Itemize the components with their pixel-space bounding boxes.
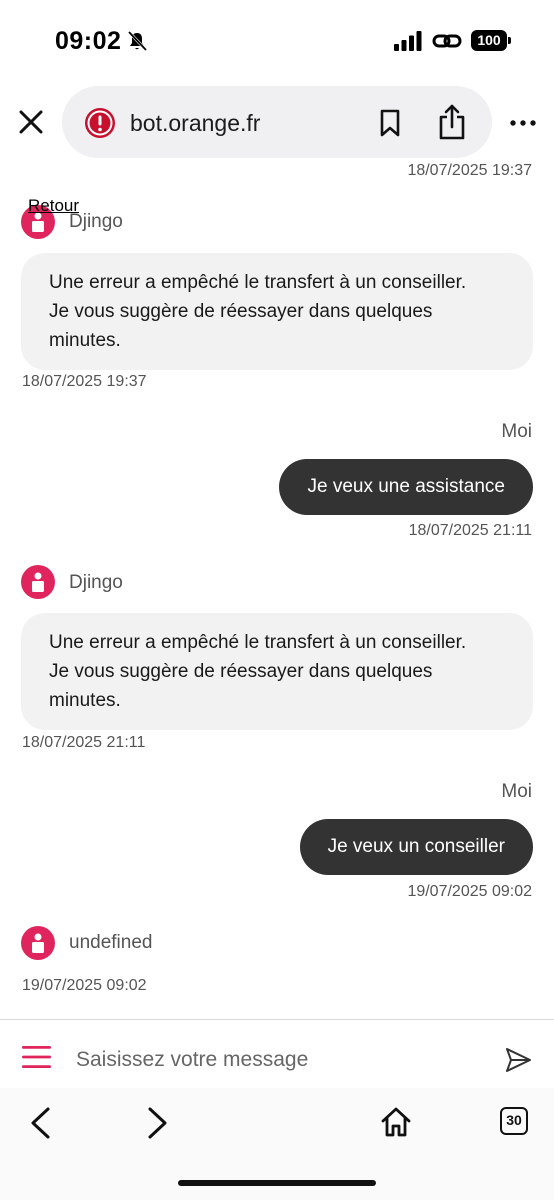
user-message-bubble: Je veux une assistance	[279, 459, 533, 515]
bot-avatar	[21, 565, 55, 599]
message-line: Je vous suggère de réessayer dans quelqu…	[49, 661, 433, 682]
browser-toolbar: 30	[0, 1088, 554, 1200]
home-indicator[interactable]	[178, 1180, 376, 1186]
back-chevron-icon[interactable]	[28, 1106, 52, 1140]
user-message-bubble: Je veux un conseiller	[299, 819, 533, 875]
url-text[interactable]: bot.orange.fr	[130, 110, 260, 137]
user-icon	[32, 572, 44, 592]
bot-message-bubble: Une erreur a empêché le transfert à un c…	[21, 253, 533, 370]
address-bar[interactable]: bot.orange.fr	[62, 86, 492, 158]
sender-name: Moi	[501, 781, 532, 802]
send-icon[interactable]	[504, 1046, 532, 1074]
message-input[interactable]	[76, 1040, 476, 1080]
message-line: minutes.	[49, 690, 121, 711]
home-icon[interactable]	[380, 1106, 412, 1138]
bot-message-bubble: Une erreur a empêché le transfert à un c…	[21, 613, 533, 730]
bot-avatar	[21, 926, 55, 960]
message-line: Une erreur a empêché le transfert à un c…	[49, 272, 467, 293]
forward-chevron-icon[interactable]	[146, 1106, 170, 1140]
share-icon[interactable]	[438, 104, 466, 140]
bookmark-icon[interactable]	[378, 109, 402, 137]
battery-indicator: 100	[471, 30, 511, 51]
battery-level: 100	[471, 30, 507, 51]
bell-muted-icon	[127, 30, 148, 52]
message-timestamp: 18/07/2025 21:11	[408, 522, 532, 539]
user-icon	[32, 933, 44, 953]
message-line: minutes.	[49, 330, 121, 351]
divider	[0, 1019, 554, 1020]
message-timestamp: 19/07/2025 09:02	[22, 977, 147, 994]
tabs-count-button[interactable]: 30	[500, 1107, 528, 1135]
sender-name: undefined	[69, 932, 153, 953]
message-line: Je vous suggère de réessayer dans quelqu…	[49, 301, 433, 322]
message-timestamp: 19/07/2025 09:02	[407, 883, 532, 900]
status-bar: 09:02 100	[0, 0, 554, 84]
status-time: 09:02	[55, 27, 122, 55]
link-icon	[432, 34, 462, 48]
message-line: Une erreur a empêché le transfert à un c…	[49, 632, 467, 653]
more-options-icon[interactable]	[510, 120, 536, 126]
hamburger-menu-icon[interactable]	[22, 1046, 51, 1068]
cellular-signal-icon	[394, 31, 422, 51]
message-timestamp: 18/07/2025 19:37	[22, 373, 147, 390]
sender-name: Djingo	[69, 572, 123, 593]
message-timestamp: 18/07/2025 19:37	[407, 162, 532, 179]
message-timestamp: 18/07/2025 21:11	[22, 734, 146, 751]
sender-name: Moi	[501, 421, 532, 442]
security-warning-icon[interactable]	[84, 107, 116, 139]
close-icon[interactable]	[18, 109, 44, 135]
back-link[interactable]: Retour	[28, 196, 79, 216]
